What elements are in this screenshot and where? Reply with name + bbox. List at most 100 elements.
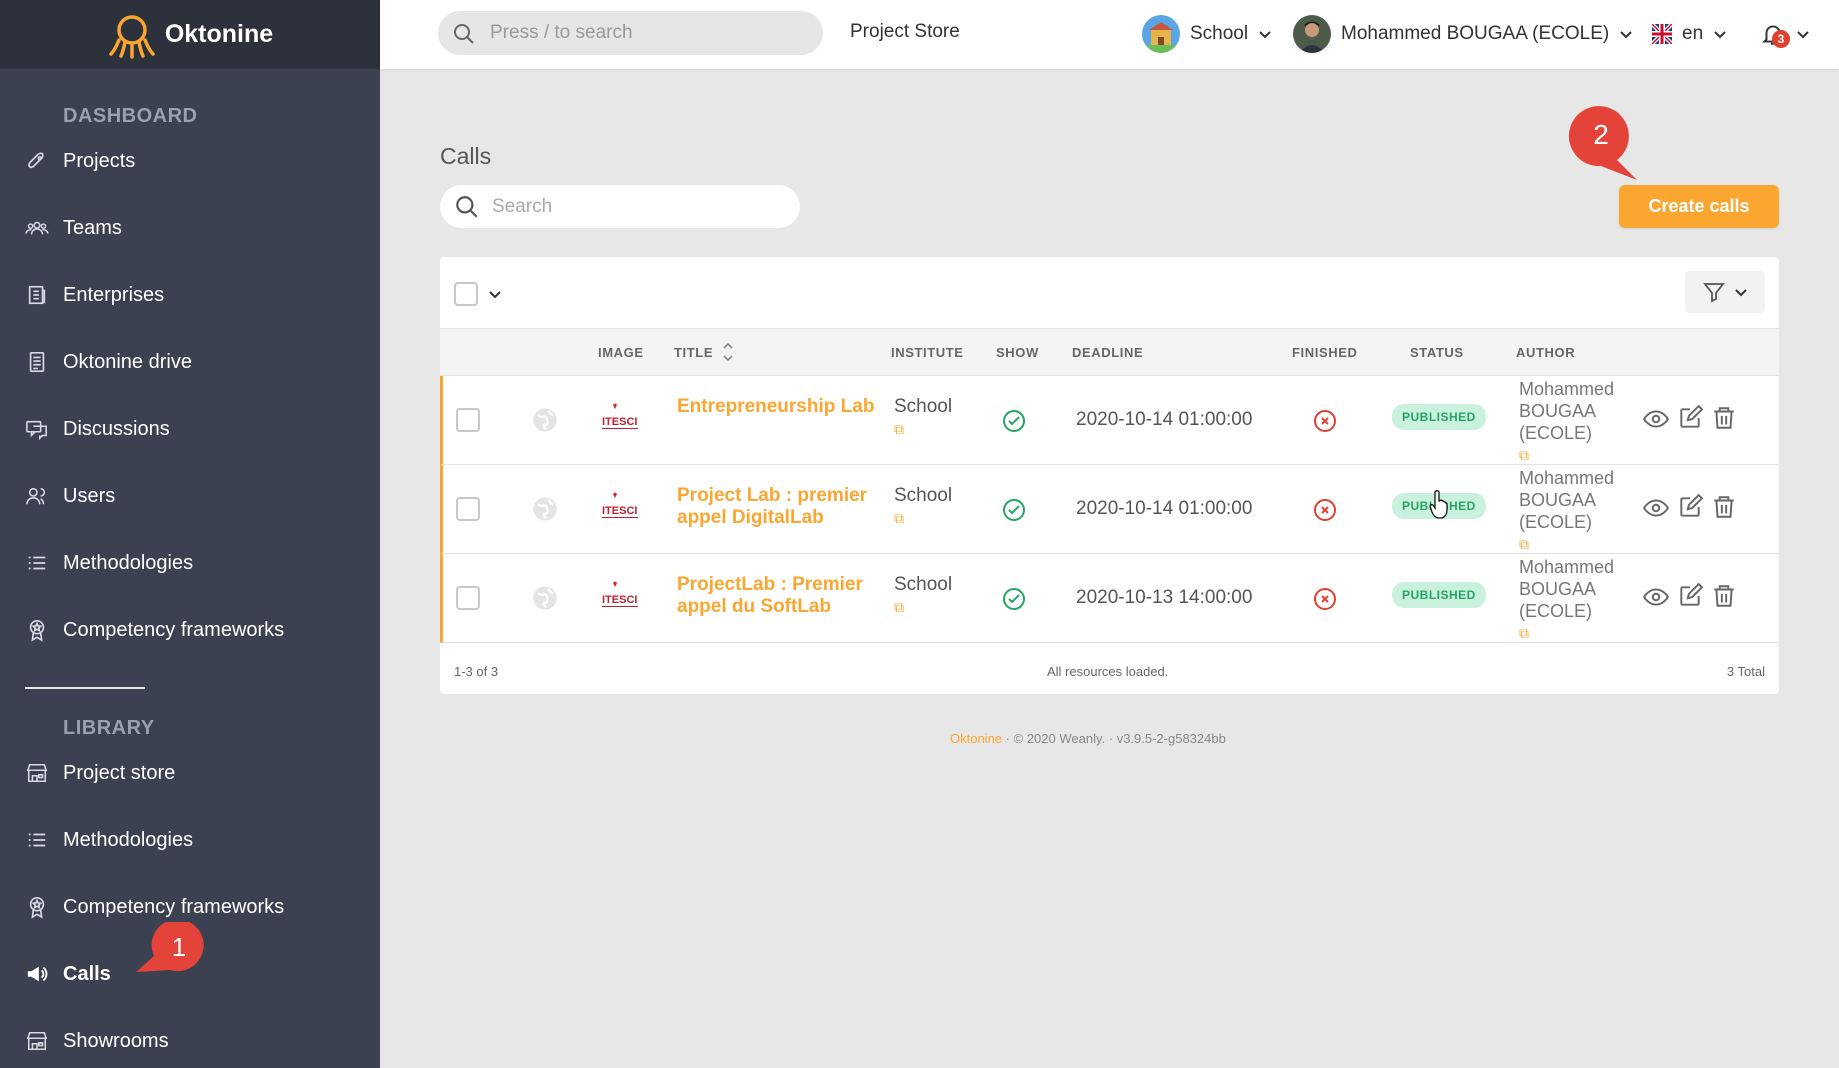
globe-icon <box>533 586 557 610</box>
column-header-image: IMAGE <box>598 345 644 360</box>
column-header-show: SHOW <box>996 345 1039 360</box>
external-link-icon[interactable]: ⧉ <box>1519 444 1629 466</box>
chevron-down-icon <box>1259 31 1271 39</box>
delete-icon[interactable] <box>1711 494 1737 520</box>
sidebar-item-label: Teams <box>63 216 122 239</box>
sidebar-item-teams[interactable]: Teams <box>0 208 380 248</box>
chevron-down-icon[interactable] <box>488 287 502 301</box>
mouse-cursor-icon <box>1429 490 1448 519</box>
megaphone-icon <box>24 961 50 987</box>
column-header-deadline: DEADLINE <box>1072 345 1144 360</box>
sort-icon[interactable] <box>722 341 734 363</box>
call-image-text: ITESCI <box>602 505 637 517</box>
edit-icon[interactable] <box>1677 405 1703 431</box>
row-checkbox[interactable] <box>456 497 480 521</box>
footer-brand-link[interactable]: Oktonine <box>950 731 1002 746</box>
sidebar-item-enterprises[interactable]: Enterprises <box>0 275 380 315</box>
table-header: IMAGE TITLE INSTITUTE SHOW DEADLINE FINI… <box>440 329 1779 376</box>
filter-button[interactable] <box>1685 271 1765 313</box>
author-cell: Mohammed BOUGAA (ECOLE) ⧉ <box>1519 467 1629 555</box>
column-header-finished: FINISHED <box>1292 345 1358 360</box>
users-icon <box>24 483 50 509</box>
edit-icon[interactable] <box>1677 494 1703 520</box>
search-icon <box>454 24 474 44</box>
institute-cell: School ⧉ <box>894 574 952 618</box>
globe-icon <box>533 408 557 432</box>
sidebar-item-users[interactable]: Users <box>0 476 380 516</box>
deadline-cell: 2020-10-14 01:00:00 <box>1076 409 1253 430</box>
sidebar-item-label: Discussions <box>63 417 170 440</box>
row-checkbox[interactable] <box>456 586 480 610</box>
x-circle-icon <box>1314 588 1336 610</box>
sidebar-item-library-competency-frameworks[interactable]: Competency frameworks <box>0 887 380 927</box>
sidebar-item-label: Users <box>63 484 116 507</box>
call-title-link[interactable]: Project Lab : premier appel DigitalLab <box>677 485 877 529</box>
sidebar-item-label: Projects <box>63 149 136 172</box>
call-image: ITESCI <box>598 490 644 526</box>
sidebar-item-competency-frameworks[interactable]: Competency frameworks <box>0 610 380 650</box>
school-label: School <box>1190 23 1249 44</box>
call-title-link[interactable]: ProjectLab : Premier appel du SoftLab <box>677 574 877 618</box>
language-selector[interactable]: en <box>1652 12 1727 56</box>
sidebar-item-discussions[interactable]: Discussions <box>0 409 380 449</box>
search-input[interactable]: Search <box>440 185 800 228</box>
school-selector[interactable]: School <box>1142 12 1272 56</box>
call-title-link[interactable]: Entrepreneurship Lab <box>677 396 877 418</box>
pagination-range: 1-3 of 3 <box>454 664 499 679</box>
sidebar-item-showrooms[interactable]: Showrooms <box>0 1021 380 1061</box>
row-checkbox[interactable] <box>456 408 480 432</box>
user-menu[interactable]: Mohammed BOUGAA (ECOLE) <box>1293 12 1633 56</box>
external-link-icon[interactable]: ⧉ <box>894 596 952 618</box>
project-store-link[interactable]: Project Store <box>850 21 960 43</box>
table-toolbar <box>440 257 1779 329</box>
list-icon <box>24 550 50 576</box>
page-title: Calls <box>440 143 492 169</box>
view-icon[interactable] <box>1643 495 1669 521</box>
edit-icon[interactable] <box>1677 583 1703 609</box>
annotation-pin-2-label: 2 <box>1593 119 1609 150</box>
institute-name: School <box>894 574 953 595</box>
filter-icon <box>1703 283 1725 303</box>
topbar: Press / to search Project Store School M… <box>380 0 1839 69</box>
octopus-logo-icon <box>109 14 155 59</box>
table-footer: 1-3 of 3 All resources loaded. 3 Total <box>440 646 1779 694</box>
table-row[interactable]: ITESCI Project Lab : premier appel Digit… <box>440 465 1779 554</box>
avatar <box>1293 15 1331 53</box>
load-status: All resources loaded. <box>1047 664 1169 679</box>
check-circle-icon <box>1003 588 1025 610</box>
brand-name: Oktonine <box>164 20 274 48</box>
sidebar-item-projects[interactable]: Projects <box>0 141 380 181</box>
library-heading: LIBRARY <box>63 717 155 739</box>
brand-header[interactable]: Oktonine <box>0 0 380 69</box>
external-link-icon[interactable]: ⧉ <box>1519 622 1629 644</box>
global-search-input[interactable]: Press / to search <box>438 11 823 55</box>
table-row[interactable]: ITESCI ProjectLab : Premier appel du Sof… <box>440 554 1779 643</box>
sidebar-item-project-store[interactable]: Project store <box>0 753 380 793</box>
calls-table: IMAGE TITLE INSTITUTE SHOW DEADLINE FINI… <box>440 257 1779 694</box>
external-link-icon[interactable]: ⧉ <box>1519 533 1629 555</box>
sidebar-item-label: Competency frameworks <box>63 895 285 918</box>
check-circle-icon <box>1003 410 1025 432</box>
sidebar-item-oktonine-drive[interactable]: Oktonine drive <box>0 342 380 382</box>
institute-cell: School ⧉ <box>894 485 952 529</box>
column-header-title[interactable]: TITLE <box>674 345 713 360</box>
x-circle-icon <box>1314 499 1336 521</box>
external-link-icon[interactable]: ⧉ <box>894 507 952 529</box>
author-cell: Mohammed BOUGAA (ECOLE) ⧉ <box>1519 556 1629 644</box>
notification-count-badge: 3 <box>1772 30 1790 48</box>
create-calls-button[interactable]: Create calls <box>1619 185 1779 228</box>
sidebar-divider <box>25 687 145 689</box>
delete-icon[interactable] <box>1711 583 1737 609</box>
view-icon[interactable] <box>1643 406 1669 432</box>
author-name: Mohammed BOUGAA (ECOLE) <box>1519 468 1615 532</box>
select-all-checkbox[interactable] <box>454 282 478 306</box>
view-icon[interactable] <box>1643 584 1669 610</box>
sidebar-item-library-methodologies[interactable]: Methodologies <box>0 820 380 860</box>
sidebar-item-methodologies[interactable]: Methodologies <box>0 543 380 583</box>
global-search-placeholder: Press / to search <box>490 22 633 43</box>
check-circle-icon <box>1003 499 1025 521</box>
chevron-down-icon <box>1620 31 1632 39</box>
delete-icon[interactable] <box>1711 405 1737 431</box>
external-link-icon[interactable]: ⧉ <box>894 418 952 440</box>
table-row[interactable]: ITESCI Entrepreneurship Lab School ⧉ 202… <box>440 376 1779 465</box>
